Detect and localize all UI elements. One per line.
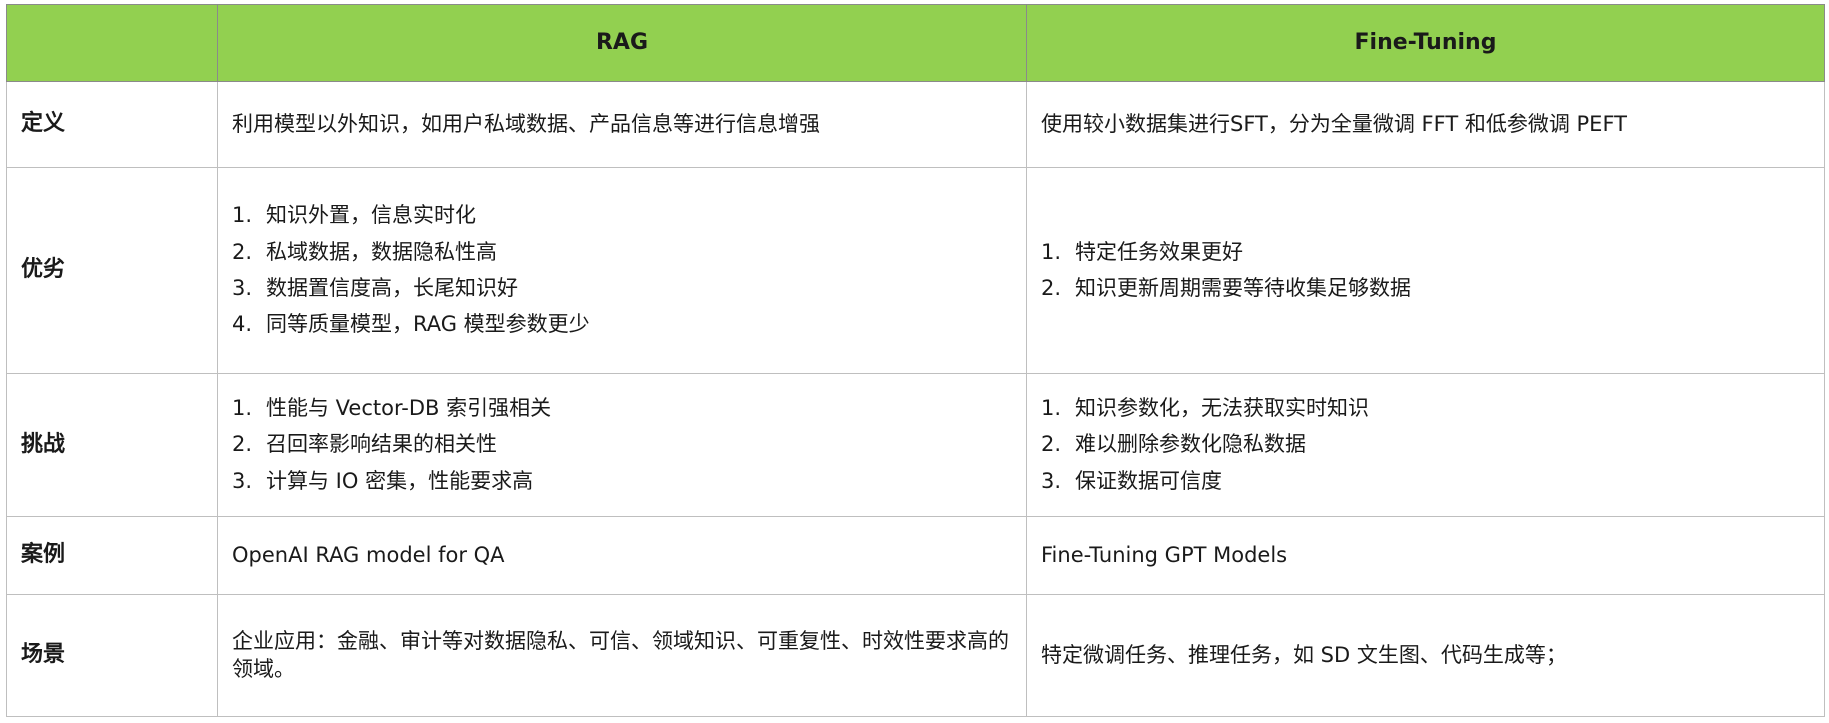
list-number: 1. [232,396,253,421]
list-number: 1. [1041,239,1062,264]
rag-cell: 利用模型以外知识，如用户私域数据、产品信息等进行信息增强 [217,81,1027,168]
list-item: 3. 计算与 IO 密集，性能要求高 [232,468,1012,495]
row-label: 案例 [6,516,218,595]
row-definition: 定义 利用模型以外知识，如用户私域数据、产品信息等进行信息增强 使用较小数据集进… [6,81,1825,168]
row-pros-cons: 优劣 1. 知识外置，信息实时化 2. 私域数据，数据隐私性高 3. 数据置信度高，长… [6,167,1825,374]
list-text: 私域数据，数据隐私性高 [266,239,497,264]
header-row: RAG Fine-Tuning [6,4,1825,82]
comparison-table: RAG Fine-Tuning 定义 利用模型以外知识，如用户私域数据、产品信息… [6,4,1825,717]
list-number: 2. [232,432,253,457]
ft-cell: 1. 特定任务效果更好 2. 知识更新周期需要等待收集足够数据 [1026,167,1825,374]
rag-cell: 1. 性能与 Vector-DB 索引强相关 2. 召回率影响结果的相关性 3. 计算… [217,373,1027,517]
list-number: 3. [1041,468,1062,493]
row-label: 优劣 [6,167,218,374]
list-item: 2. 私域数据，数据隐私性高 [232,239,1012,266]
list-number: 3. [232,276,253,300]
ft-cell: Fine-Tuning GPT Models [1026,516,1825,595]
list-number: 4. [232,312,253,337]
list-text: 数据置信度高，长尾知识好 [266,276,518,300]
ft-cell: 使用较小数据集进行SFT，分为全量微调 FFT 和低参微调 PEFT [1026,81,1825,168]
list-item: 2. 召回率影响结果的相关性 [232,431,1012,458]
rag-cell: 1. 知识外置，信息实时化 2. 私域数据，数据隐私性高 3. 数据置信度高，长尾知识… [217,167,1027,374]
list-text: 知识更新周期需要等待收集足够数据 [1075,276,1411,300]
list-text: 性能与 Vector-DB 索引强相关 [266,396,552,421]
list-text: 知识外置，信息实时化 [266,203,476,228]
list-text: 保证数据可信度 [1075,468,1222,493]
list-item: 2. 知识更新周期需要等待收集足够数据 [1041,275,1810,302]
list-item: 1. 知识外置，信息实时化 [232,202,1012,229]
rag-list: 1. 知识外置，信息实时化 2. 私域数据，数据隐私性高 3. 数据置信度高，长尾知识… [232,202,1012,338]
list-item: 3. 数据置信度高，长尾知识好 [232,275,1012,302]
header-empty [6,4,218,82]
list-number: 2. [1041,432,1062,457]
list-number: 2. [1041,276,1062,300]
list-text: 计算与 IO 密集，性能要求高 [266,468,534,493]
list-number: 3. [232,468,253,493]
rag-cell: 企业应用：金融、审计等对数据隐私、可信、领域知识、可重复性、时效性要求高的领域。 [217,594,1027,717]
rag-list: 1. 性能与 Vector-DB 索引强相关 2. 召回率影响结果的相关性 3. 计算… [232,395,1012,495]
list-item: 1. 性能与 Vector-DB 索引强相关 [232,395,1012,422]
slide: RAG Fine-Tuning 定义 利用模型以外知识，如用户私域数据、产品信息… [0,0,1829,723]
list-text: 特定任务效果更好 [1075,239,1243,264]
list-number: 2. [232,239,253,264]
ft-list: 1. 特定任务效果更好 2. 知识更新周期需要等待收集足够数据 [1041,239,1810,303]
row-challenges: 挑战 1. 性能与 Vector-DB 索引强相关 2. 召回率影响结果的相关性 3… [6,373,1825,517]
row-label: 定义 [6,81,218,168]
header-fine-tuning: Fine-Tuning [1026,4,1825,82]
list-item: 3. 保证数据可信度 [1041,468,1810,495]
row-label: 挑战 [6,373,218,517]
list-item: 1. 知识参数化，无法获取实时知识 [1041,395,1810,422]
list-text: 难以删除参数化隐私数据 [1075,432,1306,457]
row-label: 场景 [6,594,218,717]
list-item: 4. 同等质量模型，RAG 模型参数更少 [232,311,1012,338]
list-text: 同等质量模型，RAG 模型参数更少 [266,312,590,337]
ft-list: 1. 知识参数化，无法获取实时知识 2. 难以删除参数化隐私数据 3. 保证数据可信度 [1041,395,1810,495]
row-scenarios: 场景 企业应用：金融、审计等对数据隐私、可信、领域知识、可重复性、时效性要求高的… [6,594,1825,717]
row-cases: 案例 OpenAI RAG model for QA Fine-Tuning G… [6,516,1825,595]
header-rag: RAG [217,4,1027,82]
list-text: 知识参数化，无法获取实时知识 [1075,396,1369,421]
list-item: 1. 特定任务效果更好 [1041,239,1810,266]
list-number: 1. [1041,396,1062,421]
list-text: 召回率影响结果的相关性 [266,432,497,457]
ft-cell: 特定微调任务、推理任务，如 SD 文生图、代码生成等； [1026,594,1825,717]
ft-cell: 1. 知识参数化，无法获取实时知识 2. 难以删除参数化隐私数据 3. 保证数据可信度 [1026,373,1825,517]
list-item: 2. 难以删除参数化隐私数据 [1041,431,1810,458]
rag-cell: OpenAI RAG model for QA [217,516,1027,595]
list-number: 1. [232,203,253,228]
